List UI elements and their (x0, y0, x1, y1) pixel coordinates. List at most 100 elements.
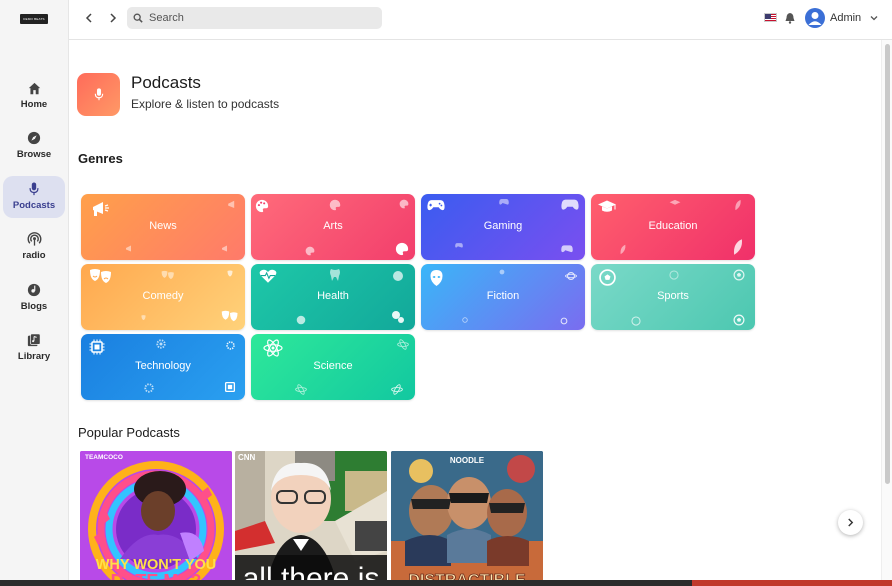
genre-card-arts[interactable]: Arts (251, 194, 415, 260)
chevron-right-icon (110, 13, 117, 23)
genre-label: Fiction (486, 290, 520, 302)
podcast-cover-art: CNN all there is (235, 451, 387, 586)
gear-icon (226, 341, 235, 350)
gamepad-icon (427, 200, 445, 211)
carousel-next-button[interactable] (838, 510, 863, 535)
forward-button[interactable] (105, 10, 121, 26)
bottom-player-strip (0, 580, 892, 586)
us-flag-icon[interactable] (764, 13, 777, 22)
top-bar: Admin (69, 0, 892, 40)
palette-icon (329, 199, 341, 211)
planet-icon (565, 272, 577, 280)
sidebar-item-label: Podcasts (12, 200, 56, 211)
palette-icon (255, 199, 269, 213)
masks-icon (227, 270, 233, 277)
alien-icon (430, 270, 443, 286)
heartbeat-icon (259, 269, 277, 283)
sidebar-item-label: Browse (16, 149, 52, 160)
podcast-cover-why-wont-you-date-me[interactable]: TEAMCOCO WHY WON'T YOU DATE ME? (80, 451, 232, 586)
genre-card-fiction[interactable]: Fiction (421, 264, 585, 330)
planet-icon (462, 317, 468, 323)
genre-label: Science (313, 360, 353, 372)
soccer-ball-icon (733, 314, 745, 326)
compass-icon (26, 130, 42, 146)
main-content: Podcasts Explore & listen to podcasts Ge… (69, 40, 882, 586)
soccer-ball-icon (669, 270, 679, 280)
hero-icon (77, 73, 120, 116)
sidebar-item-label: Blogs (20, 301, 48, 312)
bacteria-icon (296, 315, 306, 325)
graduation-cap-icon (598, 200, 616, 212)
atom-icon (391, 384, 403, 395)
sidebar-item-podcasts[interactable]: Podcasts (3, 176, 65, 218)
bell-icon[interactable] (785, 12, 795, 24)
genre-card-news[interactable]: News (81, 194, 245, 260)
app-logo[interactable]: DEMO BEATS (20, 14, 48, 24)
page-title: Podcasts (131, 73, 201, 92)
genre-card-technology[interactable]: Technology (81, 334, 245, 400)
atom-icon (397, 339, 409, 350)
library-icon (26, 332, 42, 348)
sidebar-item-label: radio (22, 250, 46, 261)
back-button[interactable] (81, 10, 97, 26)
genres-heading: Genres (78, 151, 123, 166)
user-name[interactable]: Admin (830, 12, 861, 24)
genre-card-education[interactable]: Education (591, 194, 755, 260)
star-icon (499, 269, 505, 275)
sidebar-item-label: Library (17, 351, 51, 362)
chevron-down-icon[interactable] (870, 14, 878, 22)
sidebar-item-radio[interactable]: radio (3, 226, 65, 268)
genre-label: News (149, 220, 177, 232)
podcast-cover-distractible[interactable]: NOODLE DISTRACTIBLE (391, 451, 543, 586)
search-input[interactable] (149, 12, 369, 24)
vertical-scrollbar[interactable] (881, 40, 892, 586)
megaphone-icon (228, 200, 235, 208)
gamepad-icon (561, 245, 573, 253)
soccer-ball-icon (599, 269, 616, 286)
chip-icon (224, 381, 236, 393)
masks-icon (90, 269, 111, 283)
genre-label: Gaming (483, 220, 523, 232)
masks-icon (221, 310, 238, 322)
user-icon (808, 12, 822, 25)
avatar[interactable] (805, 8, 825, 28)
genre-card-comedy[interactable]: Comedy (81, 264, 245, 330)
sidebar-item-library[interactable]: Library (3, 327, 65, 369)
palette-icon (395, 242, 409, 256)
gear-icon (144, 383, 154, 393)
podcast-cover-all-there-is[interactable]: CNN all there is (235, 451, 387, 586)
home-icon (26, 80, 42, 96)
blog-icon (26, 282, 42, 298)
graduation-cap-icon (669, 199, 681, 205)
genre-label: Health (317, 290, 349, 302)
search-icon (133, 13, 143, 23)
sidebar-item-blogs[interactable]: Blogs (3, 277, 65, 319)
masks-icon (141, 315, 146, 321)
feather-icon (735, 199, 741, 211)
logo-text: DEMO BEATS (23, 17, 45, 21)
megaphone-icon (93, 202, 109, 216)
gear-icon (156, 339, 166, 349)
palette-icon (399, 199, 409, 209)
cover-brand: TEAMCOCO (85, 454, 123, 461)
microphone-icon (94, 88, 103, 101)
gamepad-icon (499, 199, 509, 205)
sidebar: DEMO BEATS Home Browse Podcasts radio Bl… (0, 0, 69, 586)
genre-card-gaming[interactable]: Gaming (421, 194, 585, 260)
bacteria-icon (393, 271, 403, 281)
genre-card-health[interactable]: Health (251, 264, 415, 330)
microphone-icon (26, 181, 42, 197)
cover-brand: CNN (238, 453, 256, 462)
sidebar-item-home[interactable]: Home (3, 75, 65, 117)
scrollbar-thumb[interactable] (885, 44, 890, 484)
feather-icon (620, 244, 626, 255)
genre-card-science[interactable]: Science (251, 334, 415, 400)
atom-icon (295, 384, 307, 395)
genre-card-sports[interactable]: Sports (591, 264, 755, 330)
feather-icon (733, 239, 743, 255)
sidebar-item-browse[interactable]: Browse (3, 125, 65, 167)
genre-label: Sports (657, 290, 689, 302)
search-box[interactable] (127, 7, 382, 29)
gamepad-icon (561, 199, 579, 210)
genre-label: Education (648, 220, 698, 232)
